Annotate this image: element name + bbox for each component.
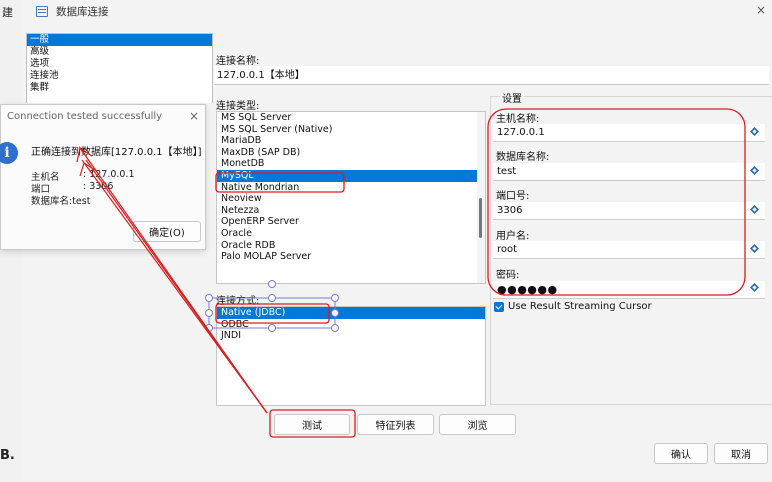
connection-method-list[interactable]: Native (JDBC) ODBC JNDI	[216, 306, 486, 406]
connection-method-label: 连接方式:	[216, 296, 260, 307]
close-icon[interactable]: ×	[756, 3, 766, 17]
popup-ok-button[interactable]: 确定(O)	[133, 221, 201, 242]
username-variable-diamond-icon[interactable]	[750, 244, 759, 253]
method-item-native-jdbc[interactable]: Native (JDBC)	[217, 307, 485, 319]
driver-item-mysql[interactable]: MySQL	[217, 169, 485, 182]
category-item-options[interactable]: 选项	[27, 58, 212, 70]
driver-item[interactable]: Netezza	[217, 205, 485, 217]
port-input[interactable]: 3306	[493, 202, 765, 220]
driver-list-scroll-thumb[interactable]	[479, 198, 482, 238]
connection-name-input[interactable]: 127.0.0.1【本地】	[214, 66, 769, 85]
host-input[interactable]: 127.0.0.1	[493, 124, 765, 142]
category-item-general[interactable]: 一般	[27, 34, 212, 46]
popup-close-icon[interactable]: ×	[189, 109, 199, 123]
connection-type-label: 连接类型:	[216, 101, 260, 112]
popup-port-value: : 3306	[83, 181, 114, 192]
driver-item[interactable]: MaxDB (SAP DB)	[217, 147, 485, 159]
category-item-cluster[interactable]: 集群	[27, 82, 212, 94]
settings-legend: 设置	[500, 90, 524, 105]
database-variable-diamond-icon[interactable]	[750, 166, 759, 175]
connection-type-list[interactable]: MS SQL Server MS SQL Server (Native) Mar…	[216, 111, 486, 284]
ok-button[interactable]: 确认	[654, 443, 708, 464]
info-icon: i	[0, 142, 18, 164]
window-title: 数据库连接	[56, 5, 109, 18]
popup-database-line: 数据库名:test	[31, 196, 91, 207]
driver-item[interactable]: Neoview	[217, 193, 485, 205]
streaming-cursor-checkbox[interactable]	[494, 301, 504, 312]
streaming-cursor-label: Use Result Streaming Cursor	[508, 301, 652, 312]
method-item-jndi[interactable]: JNDI	[217, 330, 485, 342]
streaming-cursor-row[interactable]: Use Result Streaming Cursor	[494, 301, 652, 312]
category-item-advanced[interactable]: 高级	[27, 46, 212, 58]
username-label: 用户名:	[496, 231, 530, 242]
browse-button[interactable]: 浏览	[439, 414, 516, 435]
test-button[interactable]: 测试	[274, 414, 350, 435]
feature-list-button[interactable]: 特征列表	[357, 414, 434, 435]
username-input[interactable]: root	[493, 241, 765, 259]
host-label: 主机名称:	[496, 114, 540, 125]
screen: 建 数据库连接 × 一般 高级 选项 连接池 集群 连接名称: 127.0.0.…	[0, 0, 772, 482]
password-input[interactable]: ●●●●●●	[493, 281, 765, 299]
popup-message: 正确连接到数据库[127.0.0.1【本地】]	[31, 147, 202, 158]
popup-host-value: : 127.0.0.1	[83, 169, 135, 180]
connection-name-label: 连接名称:	[216, 56, 260, 67]
method-item-odbc[interactable]: ODBC	[217, 319, 485, 331]
title-bar: 数据库连接 ×	[22, 0, 772, 22]
cancel-button[interactable]: 取消	[714, 443, 768, 464]
driver-item[interactable]: Oracle	[217, 228, 485, 240]
driver-item[interactable]: Native Mondrian	[217, 182, 485, 194]
port-variable-diamond-icon[interactable]	[750, 205, 759, 214]
driver-item[interactable]: OpenERP Server	[217, 216, 485, 228]
driver-item[interactable]: MS SQL Server	[217, 112, 485, 124]
password-variable-diamond-icon[interactable]	[750, 283, 759, 292]
database-connection-icon	[36, 5, 48, 17]
test-success-popup: Connection tested successfully × i 正确连接到…	[0, 104, 206, 250]
category-list: 一般 高级 选项 连接池 集群	[26, 33, 213, 103]
database-name-label: 数据库名称:	[496, 152, 550, 163]
host-variable-diamond-icon[interactable]	[750, 127, 759, 136]
driver-list-scrollbar[interactable]	[477, 112, 485, 283]
popup-title: Connection tested successfully	[7, 111, 163, 122]
driver-item[interactable]: Palo MOLAP Server	[217, 251, 485, 263]
background-text-bottom: B.	[0, 448, 15, 463]
port-label: 端口号:	[496, 191, 530, 202]
driver-item[interactable]: Oracle RDB	[217, 240, 485, 252]
category-item-pooling[interactable]: 连接池	[27, 70, 212, 82]
driver-item[interactable]: MonetDB	[217, 158, 485, 170]
password-label: 密码:	[496, 270, 520, 281]
background-text-top: 建	[2, 6, 13, 19]
database-name-input[interactable]: test	[493, 163, 765, 181]
driver-item[interactable]: MS SQL Server (Native)	[217, 124, 485, 136]
driver-item[interactable]: MariaDB	[217, 135, 485, 147]
